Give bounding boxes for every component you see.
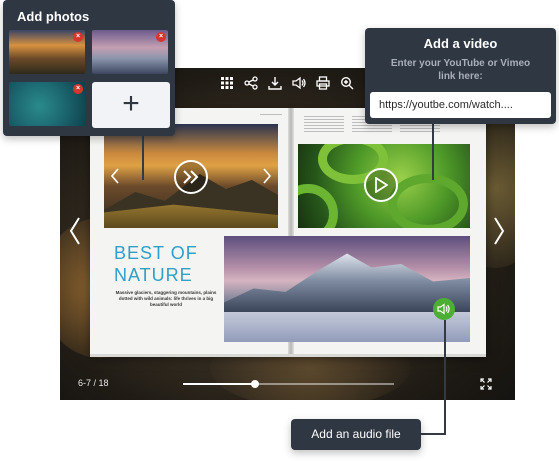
- add-video-title: Add a video: [423, 36, 498, 51]
- slideshow-play-button[interactable]: [174, 160, 208, 194]
- download-icon[interactable]: [268, 76, 282, 90]
- double-chevron-right-icon: [183, 170, 199, 184]
- audio-speaker-icon[interactable]: [433, 298, 455, 320]
- add-audio-title: Add an audio file: [311, 427, 401, 441]
- slider-thumb[interactable]: [250, 380, 259, 388]
- previous-page-arrow-icon[interactable]: [68, 216, 82, 246]
- green-snake-video[interactable]: [298, 144, 470, 228]
- add-video-panel: Add a video Enter your YouTube or Vimeo …: [365, 28, 556, 124]
- next-page-arrow-icon[interactable]: [492, 216, 506, 246]
- remove-photo-icon[interactable]: ×: [73, 32, 83, 42]
- audio-callout-connector-horizontal: [421, 433, 446, 435]
- add-video-instructions: Enter your YouTube or Vimeo link here:: [390, 58, 531, 82]
- photo-thumbnail[interactable]: ×: [9, 82, 85, 126]
- photo-thumbnail[interactable]: ×: [9, 30, 85, 74]
- page-slider[interactable]: [183, 380, 394, 388]
- remove-photo-icon[interactable]: ×: [156, 32, 166, 42]
- fullscreen-icon[interactable]: [480, 378, 492, 390]
- book-spread: BEST OF NATURE Massive glaciers, stagger…: [90, 108, 486, 357]
- add-photos-panel: Add photos × × × +: [3, 0, 175, 136]
- page-edge: [90, 354, 486, 357]
- add-audio-panel[interactable]: Add an audio file: [291, 419, 421, 450]
- add-photo-button[interactable]: +: [92, 82, 170, 128]
- video-callout-connector: [432, 124, 434, 180]
- slideshow-prev-icon[interactable]: [110, 168, 120, 184]
- print-icon[interactable]: [316, 76, 330, 90]
- page-header-lines: [260, 114, 282, 117]
- viewer-toolbar: [220, 72, 354, 94]
- zoom-icon[interactable]: [340, 76, 354, 90]
- mountain-sunset-photo-slideshow[interactable]: [104, 124, 278, 228]
- video-play-button[interactable]: [364, 168, 398, 202]
- audio-callout-connector-vertical: [444, 320, 446, 435]
- video-url-input[interactable]: https://youtbe.com/watch....: [370, 92, 551, 118]
- page-text-lines: [304, 116, 344, 134]
- book-caption: Massive glaciers, staggering mountains, …: [115, 290, 217, 307]
- page-counter: 6-7 / 18: [78, 378, 109, 388]
- grid-icon[interactable]: [220, 76, 234, 90]
- snowy-peak-photo: [224, 236, 470, 342]
- photo-thumbnail[interactable]: ×: [92, 30, 168, 74]
- share-icon[interactable]: [244, 76, 258, 90]
- book-heading: BEST OF NATURE: [114, 243, 198, 285]
- add-photos-title: Add photos: [17, 9, 90, 24]
- slider-fill: [183, 383, 255, 385]
- slideshow-next-icon[interactable]: [262, 168, 272, 184]
- play-icon: [375, 177, 388, 193]
- photos-callout-connector: [142, 136, 144, 180]
- remove-photo-icon[interactable]: ×: [73, 84, 83, 94]
- volume-icon[interactable]: [292, 76, 306, 90]
